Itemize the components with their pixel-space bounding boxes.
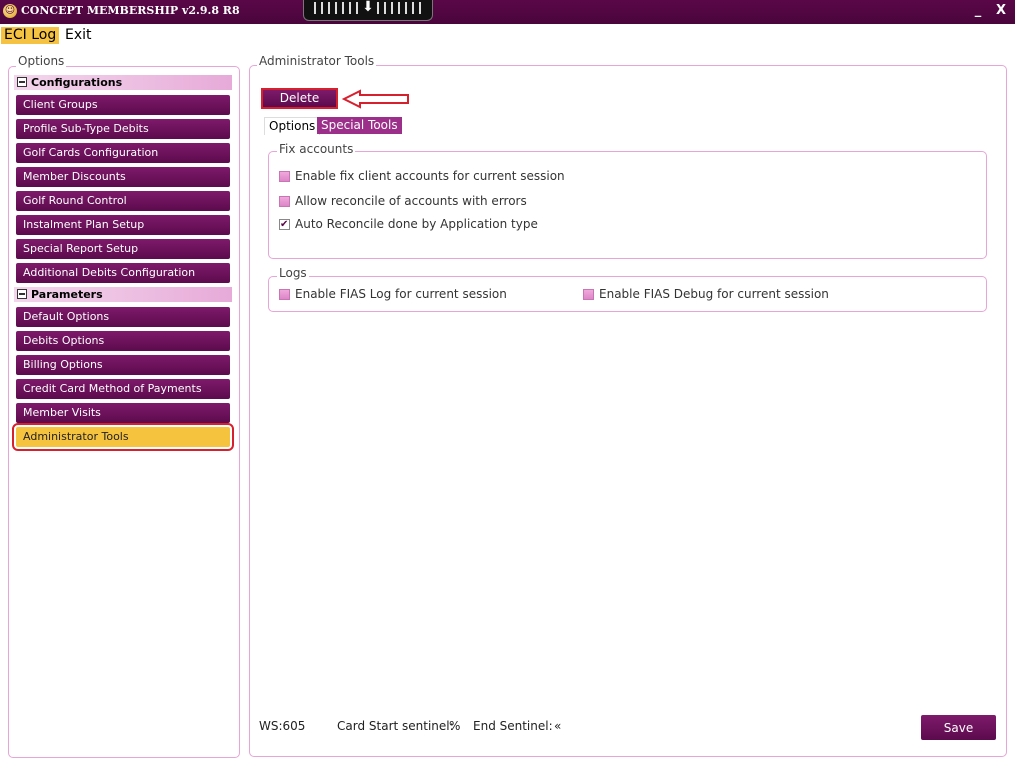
nav-item-debits-options[interactable]: Debits Options [16,331,230,351]
close-button[interactable]: X [993,3,1009,18]
nav-item-credit-card-method-of-payments[interactable]: Credit Card Method of Payments [16,379,230,399]
nav-item-instalment-plan-setup[interactable]: Instalment Plan Setup [16,215,230,235]
card-start-sentinel-value: % [449,719,461,733]
checkbox-label: Enable fix client accounts for current s… [295,169,565,183]
card-start-sentinel-label: Card Start sentinel: [337,719,454,733]
section-header-parameters[interactable]: Parameters [14,287,232,302]
title-bar: ☺ CONCEPT MEMBERSHIP v2.9.8 R8 ⬇ _ X [0,0,1015,24]
nav-item-client-groups[interactable]: Client Groups [16,95,230,115]
annotation-arrow-shape [342,89,409,109]
checkbox-enable-fix-client-accounts[interactable]: Enable fix client accounts for current s… [279,168,565,184]
delete-locks-button[interactable]: Delete locks [261,88,338,122]
nav-item-billing-options[interactable]: Billing Options [16,355,230,375]
menu-item-eci-log[interactable]: ECI Log [1,27,60,44]
logs-caption: Logs [277,266,309,280]
nav-item-golf-cards-configuration[interactable]: Golf Cards Configuration [16,143,230,163]
section-title: Parameters [31,288,103,301]
nav-item-golf-round-control[interactable]: Golf Round Control [16,191,230,211]
checkbox-label: Enable FIAS Log for current session [295,287,507,301]
minimize-button[interactable]: _ [970,3,986,18]
checkbox-label: Enable FIAS Debug for current session [599,287,829,301]
title-dock-widget[interactable]: ⬇ [303,0,433,21]
tab-options[interactable]: Options [264,117,321,135]
end-sentinel-label: End Sentinel: [473,719,553,733]
tab-special-tools[interactable]: Special Tools [317,117,402,134]
workstation-id: WS:605 [259,719,306,733]
annotation-arrow-icon [342,89,409,109]
menu-bar: ECI Log Exit [0,24,1015,46]
nav-item-administrator-tools[interactable]: Administrator Tools [12,423,234,451]
fix-accounts-caption: Fix accounts [277,142,356,156]
checkbox-box-checked[interactable] [279,217,290,233]
section-header-configurations[interactable]: Configurations [14,75,232,90]
checkbox-allow-reconcile-with-errors[interactable]: Allow reconcile of accounts with errors [279,193,527,209]
checkbox-enable-fias-log[interactable]: Enable FIAS Log for current session [279,286,507,302]
checkbox-box[interactable] [279,171,290,182]
nav-item-additional-debits-configuration[interactable]: Additional Debits Configuration [16,263,230,283]
collapse-icon[interactable] [17,289,27,299]
checkbox-auto-reconcile-by-application-type[interactable]: Auto Reconcile done by Application type [279,216,538,233]
nav-item-member-discounts[interactable]: Member Discounts [16,167,230,187]
checkbox-enable-fias-debug[interactable]: Enable FIAS Debug for current session [583,286,829,302]
arrow-down-icon: ⬇ [360,0,376,15]
checkbox-label: Auto Reconcile done by Application type [295,217,538,231]
window-title: CONCEPT MEMBERSHIP v2.9.8 R8 [21,4,240,17]
collapse-icon[interactable] [17,77,27,87]
nav-item-profile-sub-type-debits[interactable]: Profile Sub-Type Debits [16,119,230,139]
administrator-tools-caption: Administrator Tools [257,54,377,68]
end-sentinel-value: « [554,719,562,733]
checkbox-box[interactable] [583,289,594,300]
nav-item-special-report-setup[interactable]: Special Report Setup [16,239,230,259]
app-logo-icon: ☺ [3,4,17,18]
checkbox-box[interactable] [279,196,290,207]
section-title: Configurations [31,76,123,89]
checkbox-box[interactable] [279,289,290,300]
checkbox-label: Allow reconcile of accounts with errors [295,194,527,208]
options-panel-caption: Options [16,54,67,68]
save-button[interactable]: Save [921,715,996,740]
nav-item-default-options[interactable]: Default Options [16,307,230,327]
menu-item-exit[interactable]: Exit [62,27,95,44]
nav-item-member-visits[interactable]: Member Visits [16,403,230,423]
